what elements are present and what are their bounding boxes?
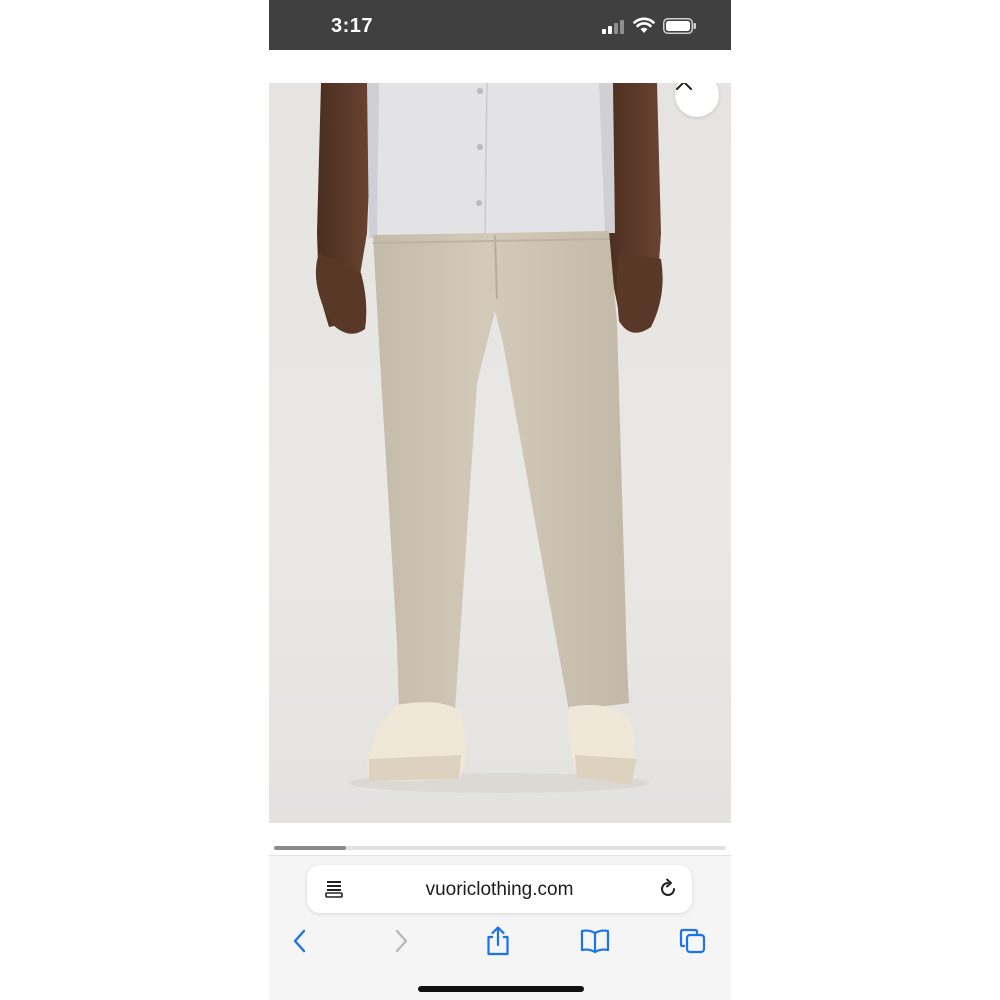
- tabs-button[interactable]: [678, 926, 708, 956]
- home-indicator[interactable]: [418, 986, 584, 992]
- back-icon: [293, 929, 306, 953]
- status-bar: 3:17: [269, 0, 731, 50]
- wifi-icon: [633, 17, 655, 33]
- share-icon: [487, 926, 509, 956]
- url-text[interactable]: vuoriclothing.com: [307, 879, 692, 901]
- carousel-progress-fill: [274, 846, 347, 850]
- tabs-icon: [679, 928, 706, 954]
- forward-button[interactable]: [386, 926, 416, 956]
- forward-icon: [395, 929, 408, 953]
- close-icon: [676, 83, 692, 90]
- status-time: 3:17: [331, 15, 374, 37]
- back-button[interactable]: [285, 926, 315, 956]
- share-button[interactable]: [483, 926, 513, 956]
- battery-icon: [663, 18, 696, 34]
- cellular-signal-icon: [602, 20, 624, 34]
- product-photo: [315, 83, 663, 793]
- address-bar[interactable]: vuoriclothing.com: [307, 865, 692, 913]
- bookmarks-icon: [580, 929, 610, 954]
- reload-icon[interactable]: [657, 878, 679, 900]
- phone-screen: 3:17 vuoriclothing.com: [269, 0, 731, 1000]
- product-image[interactable]: [269, 83, 731, 823]
- browser-toolbar: vuoriclothing.com: [269, 855, 731, 1000]
- bookmarks-button[interactable]: [580, 926, 610, 956]
- carousel-progress-track: [274, 846, 726, 850]
